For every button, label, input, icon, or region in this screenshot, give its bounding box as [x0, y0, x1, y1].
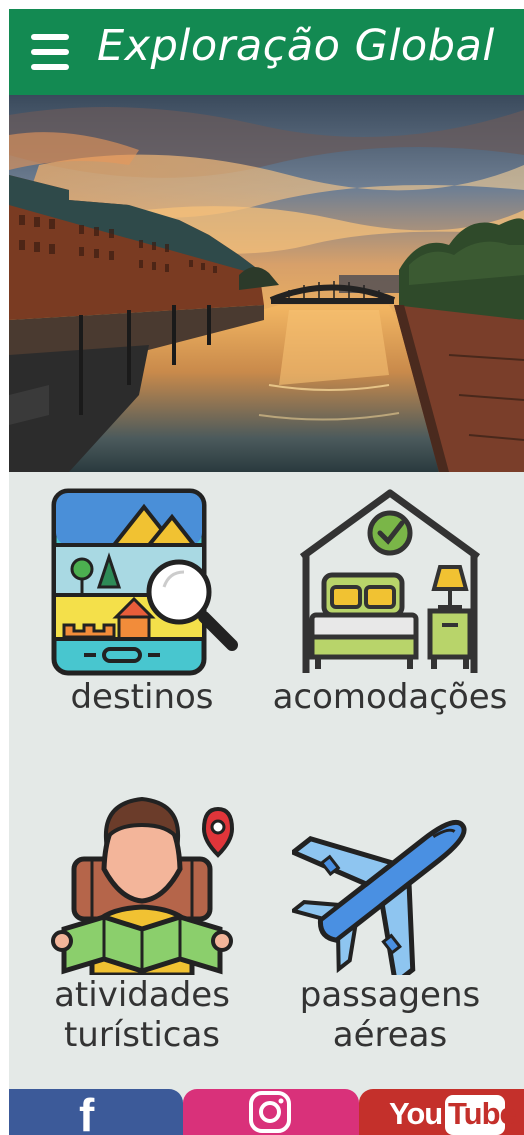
- youtube-logo-tube: Tube: [448, 1096, 517, 1131]
- tile-label-atividades-line1: atividades: [54, 975, 230, 1015]
- facebook-button[interactable]: f: [9, 1089, 183, 1135]
- instagram-icon: [249, 1091, 291, 1133]
- tourist-map-icon: [51, 796, 235, 975]
- tile-label-passagens-line1: passagens: [299, 975, 481, 1015]
- facebook-icon: f: [79, 1089, 95, 1135]
- map-search-icon: [51, 488, 238, 676]
- tile-acomodacoes[interactable]: acomodações: [265, 487, 515, 717]
- youtube-button[interactable]: You Tube: [359, 1089, 524, 1135]
- bedroom-check-icon: [299, 489, 481, 673]
- youtube-logo-tube-box: Tube: [445, 1095, 517, 1135]
- instagram-button[interactable]: [183, 1089, 359, 1135]
- canal-sunset-photo: [9, 95, 524, 472]
- tile-label-passagens-line2: aéreas: [332, 1015, 448, 1055]
- tile-label-passagens: passagens aéreas: [265, 975, 515, 1055]
- airplane-icon: [292, 819, 467, 975]
- hamburger-menu-icon[interactable]: [31, 34, 69, 70]
- social-bar: f You Tube: [9, 1089, 524, 1135]
- tile-label-atividades: atividades turísticas: [17, 975, 267, 1055]
- app-screen: Exploração Global destinos acomodações a…: [9, 9, 524, 1135]
- tile-passagens-aereas[interactable]: passagens aéreas: [265, 789, 515, 1055]
- tile-atividades-turisticas[interactable]: atividades turísticas: [17, 789, 267, 1055]
- app-header: Exploração Global: [9, 9, 524, 95]
- youtube-logo-you: You: [389, 1096, 443, 1131]
- tile-label-atividades-line2: turísticas: [63, 1015, 221, 1055]
- app-title: Exploração Global: [97, 21, 495, 71]
- tile-destinos[interactable]: destinos: [17, 487, 267, 717]
- tile-label-acomodacoes: acomodações: [272, 677, 508, 717]
- hero-image: [9, 95, 524, 472]
- tile-label-destinos: destinos: [70, 677, 214, 717]
